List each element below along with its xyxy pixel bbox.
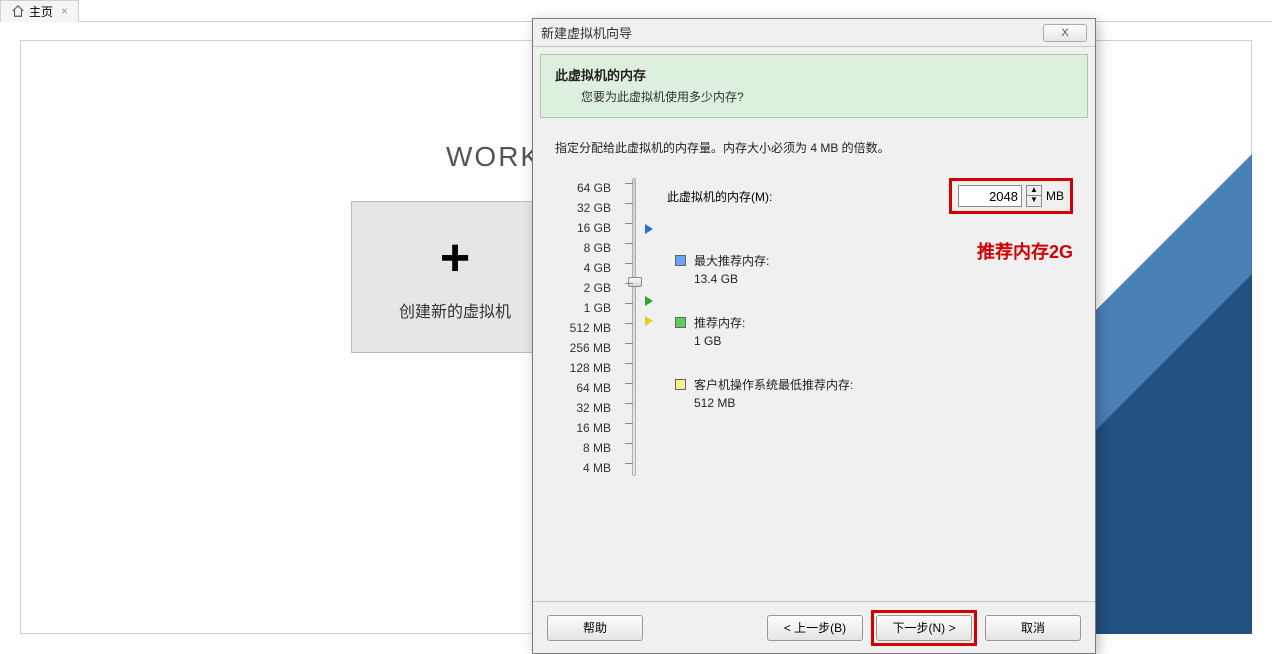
legend-min-label: 客户机操作系统最低推荐内存: [694, 376, 853, 394]
scale-label: 512 MB [555, 318, 611, 338]
tab-label: 主页 [29, 3, 53, 20]
tile-label: 创建新的虚拟机 [399, 298, 511, 322]
scale-label: 8 GB [555, 238, 611, 258]
header-subtitle: 您要为此虚拟机使用多少内存? [555, 88, 1073, 105]
back-button[interactable]: < 上一步(B) [767, 615, 863, 641]
scale-label: 8 MB [555, 438, 611, 458]
scale-label: 32 GB [555, 198, 611, 218]
legend-swatch-blue [675, 255, 686, 266]
memory-input-highlight: ▲ ▼ MB [949, 178, 1073, 214]
scale-label: 64 GB [555, 178, 611, 198]
legend-swatch-yellow [675, 379, 686, 390]
scale-label: 32 MB [555, 398, 611, 418]
plus-icon: + [440, 232, 470, 284]
legend-rec-label: 推荐内存: [694, 314, 745, 332]
memory-scale: 64 GB32 GB16 GB8 GB4 GB2 GB1 GB512 MB256… [555, 178, 611, 478]
memory-input[interactable] [958, 185, 1022, 207]
create-vm-tile[interactable]: + 创建新的虚拟机 [351, 201, 559, 353]
memory-field-label: 此虚拟机的内存(M): [667, 188, 772, 205]
close-icon: X [1061, 27, 1068, 39]
home-icon [11, 4, 25, 18]
scale-label: 256 MB [555, 338, 611, 358]
scale-label: 4 MB [555, 458, 611, 478]
new-vm-wizard-dialog: 新建虚拟机向导 X 此虚拟机的内存 您要为此虚拟机使用多少内存? 指定分配给此虚… [532, 18, 1096, 654]
marker-min-icon [645, 316, 653, 326]
scale-label: 16 GB [555, 218, 611, 238]
legend-max-value: 13.4 GB [694, 270, 769, 288]
cancel-button[interactable]: 取消 [985, 615, 1081, 641]
scale-label: 64 MB [555, 378, 611, 398]
legend-max: 最大推荐内存: 13.4 GB [675, 252, 769, 288]
help-button[interactable]: 帮助 [547, 615, 643, 641]
scale-label: 4 GB [555, 258, 611, 278]
scale-label: 2 GB [555, 278, 611, 298]
slider-thumb[interactable] [628, 277, 642, 287]
legend-rec: 推荐内存: 1 GB [675, 314, 745, 350]
memory-slider[interactable] [619, 178, 649, 478]
dialog-body: 指定分配给此虚拟机的内存量。内存大小必须为 4 MB 的倍数。 64 GB32 … [533, 125, 1095, 601]
dialog-close-button[interactable]: X [1043, 24, 1087, 42]
spin-down-icon[interactable]: ▼ [1027, 196, 1041, 206]
brand-text: WORK [446, 141, 541, 173]
scale-label: 16 MB [555, 418, 611, 438]
dialog-title: 新建虚拟机向导 [541, 23, 632, 42]
scale-label: 1 GB [555, 298, 611, 318]
instruction-text: 指定分配给此虚拟机的内存量。内存大小必须为 4 MB 的倍数。 [555, 139, 1073, 156]
tab-home[interactable]: 主页 × [0, 0, 79, 22]
memory-right-column: 此虚拟机的内存(M): ▲ ▼ MB 推荐内存2G [657, 178, 1073, 478]
memory-spinner[interactable]: ▲ ▼ [1026, 185, 1042, 207]
next-button[interactable]: 下一步(N) > [876, 615, 972, 641]
annotation-recommended: 推荐内存2G [977, 238, 1073, 264]
legend-max-label: 最大推荐内存: [694, 252, 769, 270]
next-button-highlight: 下一步(N) > [871, 610, 977, 646]
header-title: 此虚拟机的内存 [555, 65, 1073, 84]
legend-rec-value: 1 GB [694, 332, 745, 350]
memory-unit: MB [1046, 189, 1064, 203]
legend-swatch-green [675, 317, 686, 328]
marker-rec-icon [645, 296, 653, 306]
dialog-titlebar[interactable]: 新建虚拟机向导 X [533, 19, 1095, 47]
dialog-footer: 帮助 < 上一步(B) 下一步(N) > 取消 [533, 601, 1095, 653]
slider-track [632, 178, 636, 476]
marker-max-icon [645, 224, 653, 234]
legend-min: 客户机操作系统最低推荐内存: 512 MB [675, 376, 853, 412]
legend-min-value: 512 MB [694, 394, 853, 412]
dialog-header-panel: 此虚拟机的内存 您要为此虚拟机使用多少内存? [540, 54, 1088, 118]
tab-close-icon[interactable]: × [61, 4, 68, 18]
scale-label: 128 MB [555, 358, 611, 378]
